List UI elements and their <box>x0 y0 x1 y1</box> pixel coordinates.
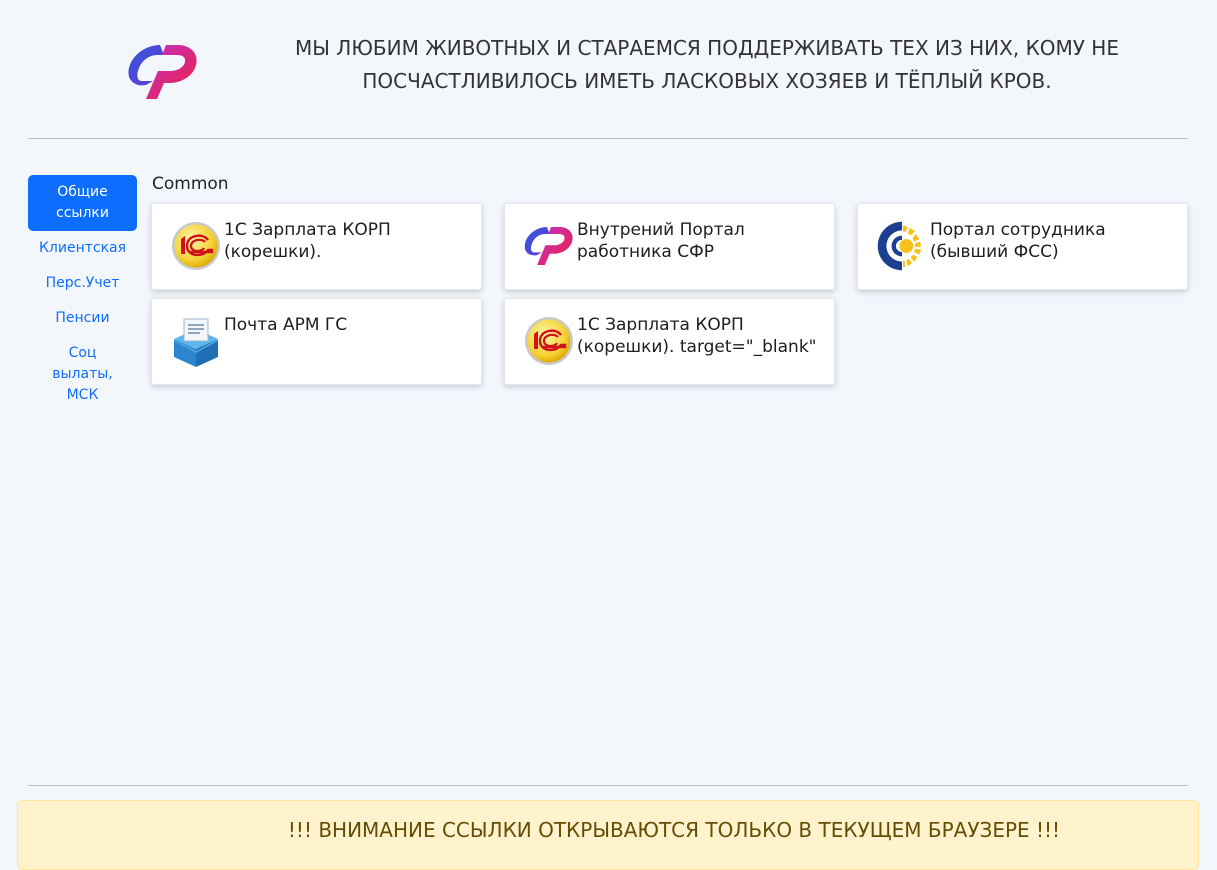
nav-item-label: Перс.Учет <box>45 275 120 291</box>
nav-item-common-links[interactable]: Общие ссылки <box>28 175 137 231</box>
link-card-mail-arm[interactable]: Почта АРМ ГС <box>151 298 482 385</box>
nav-item-pensions[interactable]: Пенсии <box>28 301 137 336</box>
1c-logo-icon <box>525 317 573 365</box>
divider-bottom <box>28 785 1188 786</box>
nav-item-social[interactable]: Соц вылаты, МСК <box>28 336 137 413</box>
nav-item-label: Общие <box>57 184 108 200</box>
nav-item-label: Пенсии <box>55 310 110 326</box>
card-title-line: Почта АРМ ГС <box>224 315 348 335</box>
nav-item-pers-uchet[interactable]: Перс.Учет <box>28 266 137 301</box>
fss-logo-icon <box>877 221 922 271</box>
card-title: 1С Зарплата КОРП (корешки). <box>224 219 471 263</box>
card-title: Почта АРМ ГС <box>224 314 471 336</box>
1c-logo-icon <box>172 222 220 270</box>
sfr-logo-icon[interactable] <box>126 41 200 103</box>
nav-item-label: вылаты, <box>52 366 113 382</box>
card-title-line: работника СФР <box>577 242 715 262</box>
nav-item-label: Соц <box>68 345 97 361</box>
slogan-line-1: МЫ ЛЮБИМ ЖИВОТНЫХ И СТАРАЕМСЯ ПОДДЕРЖИВА… <box>295 36 1119 60</box>
link-card-sfr-portal[interactable]: Внутрений Портал работника СФР <box>504 203 835 290</box>
card-title-line: (корешки). target="_blank" <box>577 337 817 357</box>
side-nav: Общие ссылки Клиентская Перс.Учет Пенсии… <box>28 175 137 413</box>
card-title-line: (бывший ФСС) <box>930 242 1059 262</box>
section-title: Common <box>152 174 229 194</box>
link-card-1c-salary-blank[interactable]: 1С Зарплата КОРП (корешки). target="_bla… <box>504 298 835 385</box>
nav-item-label: ссылки <box>56 205 109 221</box>
nav-item-label: МСК <box>66 387 99 403</box>
card-title: 1С Зарплата КОРП (корешки). target="_bla… <box>577 314 824 358</box>
divider-top <box>28 138 1188 139</box>
card-title-line: 1С Зарплата КОРП <box>577 315 744 335</box>
card-title: Внутрений Портал работника СФР <box>577 219 824 263</box>
nav-item-client[interactable]: Клиентская <box>28 231 137 266</box>
card-title-line: (корешки). <box>224 242 322 262</box>
nav-item-label: Клиентская <box>38 240 127 256</box>
card-title: Портал сотрудника (бывший ФСС) <box>930 219 1177 263</box>
card-title-line: Портал сотрудника <box>930 220 1106 240</box>
link-card-employee-portal[interactable]: Портал сотрудника (бывший ФСС) <box>857 203 1188 290</box>
link-card-1c-salary[interactable]: 1С Зарплата КОРП (корешки). <box>151 203 482 290</box>
mail-box-icon <box>174 318 218 367</box>
card-title-line: 1С Зарплата КОРП <box>224 220 391 240</box>
page-header: МЫ ЛЮБИМ ЖИВОТНЫХ И СТАРАЕМСЯ ПОДДЕРЖИВА… <box>0 0 1217 138</box>
alert-text: !!! ВНИМАНИЕ ССЫЛКИ ОТКРЫВАЮТСЯ ТОЛЬКО В… <box>287 818 1061 842</box>
slogan-line-2: ПОСЧАСТЛИВИЛОСЬ ИМЕТЬ ЛАСКОВЫХ ХОЗЯЕВ И … <box>362 69 1052 93</box>
slogan: МЫ ЛЮБИМ ЖИВОТНЫХ И СТАРАЕМСЯ ПОДДЕРЖИВА… <box>250 32 1164 98</box>
warning-alert: !!! ВНИМАНИЕ ССЫЛКИ ОТКРЫВАЮТСЯ ТОЛЬКО В… <box>17 800 1199 870</box>
sfr-logo-icon <box>524 227 573 265</box>
card-title-line: Внутрений Портал <box>577 220 745 240</box>
